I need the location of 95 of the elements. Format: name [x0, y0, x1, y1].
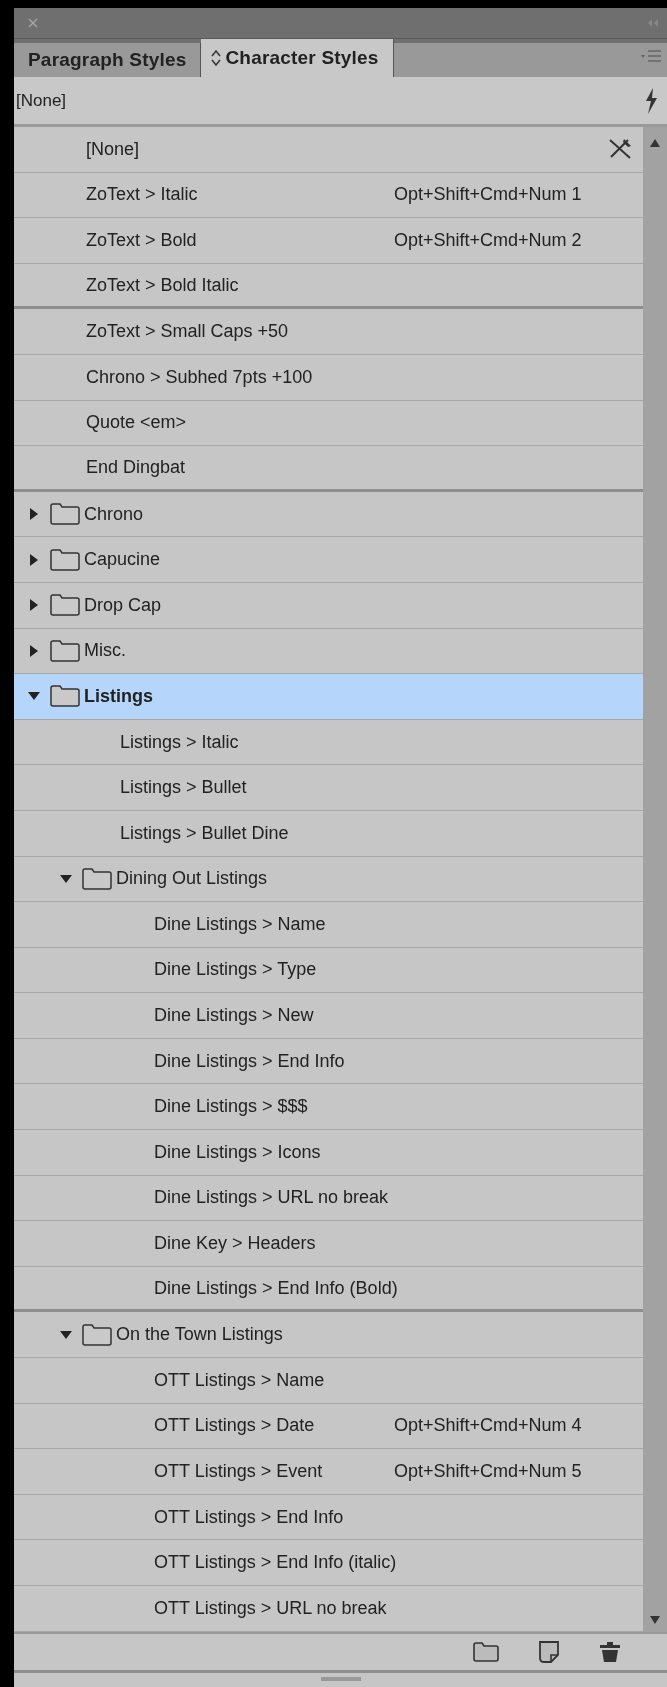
scroll-down-icon[interactable]	[650, 1616, 660, 1624]
shortcut-label: Opt+Shift+Cmd+Num 4	[394, 1415, 582, 1437]
style-name: Dine Listings > New	[154, 1005, 314, 1027]
style-list-item[interactable]: ZoText > Small Caps +50	[14, 309, 643, 355]
style-list-item[interactable]: OTT Listings > URL no break	[14, 1586, 643, 1632]
delete-icon[interactable]	[599, 1641, 621, 1663]
style-name: [None]	[86, 138, 140, 160]
resize-grip-icon[interactable]	[320, 1677, 361, 1681]
style-list-item[interactable]: OTT Listings > Event Opt+Shift+Cmd+Num 5	[14, 1449, 643, 1495]
style-list-item[interactable]: OTT Listings > Date Opt+Shift+Cmd+Num 4	[14, 1403, 643, 1450]
style-name: Listings > Bullet Dine	[120, 822, 289, 844]
style-list-item[interactable]: [None]	[14, 127, 643, 173]
folder-icon	[50, 503, 80, 526]
style-list-item[interactable]: OTT Listings > End Info (italic)	[14, 1540, 643, 1586]
scroll-up-icon[interactable]	[650, 139, 660, 147]
style-list-item[interactable]: ZoText > Italic Opt+Shift+Cmd+Num 1	[14, 172, 643, 219]
folder-icon	[50, 548, 80, 571]
shortcut-label: Opt+Shift+Cmd+Num 5	[394, 1461, 582, 1482]
style-name: Dine Listings > End Info	[154, 1050, 345, 1072]
style-list-item[interactable]: Drop Cap	[14, 582, 643, 629]
style-name: OTT Listings > URL no break	[154, 1597, 387, 1619]
style-list-item[interactable]: Listings	[14, 674, 643, 720]
folder-icon	[50, 639, 80, 662]
style-list-item[interactable]: Dine Listings > $$$	[14, 1084, 643, 1131]
new-style-icon[interactable]	[539, 1641, 559, 1663]
style-list-item[interactable]: Dining Out Listings	[14, 856, 643, 903]
style-name: ZoText > Bold	[86, 230, 197, 251]
new-folder-icon[interactable]	[473, 1642, 499, 1662]
style-list-item[interactable]: ZoText > Bold Italic	[14, 263, 643, 310]
style-list-item[interactable]: Dine Listings > URL no break	[14, 1175, 643, 1222]
shortcut-label: Opt+Shift+Cmd+Num 2	[394, 230, 582, 251]
style-name: End Dingbat	[86, 456, 186, 478]
collapsed-arrow-icon[interactable]	[28, 553, 40, 566]
scrollbar[interactable]	[643, 127, 667, 1632]
no-style-icon	[607, 137, 633, 162]
style-list-item[interactable]: Dine Listings > New	[14, 993, 643, 1039]
collapsed-arrow-icon[interactable]	[28, 508, 40, 521]
expanded-arrow-icon[interactable]	[60, 872, 72, 885]
folder-icon	[82, 1323, 112, 1346]
style-name: Dining Out Listings	[116, 868, 268, 890]
style-name: Dine Listings > $$$	[154, 1096, 308, 1118]
style-name: Quote <em>	[86, 412, 187, 434]
style-list-item[interactable]: Dine Key > Headers	[14, 1221, 643, 1267]
style-name: Drop Cap	[84, 594, 162, 616]
style-name: Listings > Italic	[120, 731, 239, 753]
style-list-item[interactable]: Listings > Bullet Dine	[14, 810, 643, 857]
style-name: Listings	[84, 685, 153, 707]
style-name: Chrono > Subhed 7pts +100	[86, 366, 313, 388]
folder-icon	[82, 867, 112, 890]
style-list-item[interactable]: Quote <em>	[14, 400, 643, 447]
tab[interactable]: Paragraph Styles	[14, 43, 202, 77]
style-name: OTT Listings > End Info	[154, 1506, 344, 1528]
collapsed-arrow-icon[interactable]	[28, 599, 40, 612]
style-name: Chrono	[84, 503, 144, 525]
style-list-item[interactable]: End Dingbat	[14, 446, 643, 492]
style-name: Dine Listings > URL no break	[154, 1187, 388, 1209]
style-list-item[interactable]: Dine Listings > Type	[14, 947, 643, 994]
style-name: OTT Listings > End Info (italic)	[154, 1552, 397, 1574]
style-name: Capucine	[84, 549, 161, 571]
style-name: OTT Listings > Date	[154, 1415, 315, 1437]
style-list-item[interactable]: Listings > Bullet	[14, 765, 643, 811]
style-name: Dine Listings > End Info (Bold)	[154, 1277, 398, 1299]
style-list-item[interactable]: Dine Listings > End Info	[14, 1038, 643, 1085]
style-name: Dine Listings > Icons	[154, 1141, 321, 1163]
style-name: Dine Key > Headers	[154, 1233, 316, 1255]
style-list-item[interactable]: Dine Listings > End Info (Bold)	[14, 1266, 643, 1313]
style-list-item[interactable]: Listings > Italic	[14, 719, 643, 766]
style-list-item[interactable]: OTT Listings > End Info	[14, 1494, 643, 1541]
sort-arrows-icon[interactable]	[211, 50, 222, 66]
lightning-icon[interactable]	[643, 87, 659, 114]
style-list-item[interactable]: OTT Listings > Name	[14, 1358, 643, 1404]
style-name: Listings > Bullet	[120, 777, 247, 799]
style-name: Dine Listings > Type	[154, 959, 317, 981]
style-list-item[interactable]: Chrono > Subhed 7pts +100	[14, 354, 643, 401]
tab[interactable]: Character Styles	[201, 39, 394, 77]
style-name: OTT Listings > Event	[154, 1461, 323, 1482]
style-name: ZoText > Italic	[86, 184, 198, 206]
style-name: OTT Listings > Name	[154, 1369, 325, 1391]
style-list-item[interactable]: Chrono	[14, 491, 643, 538]
style-list-item[interactable]: Capucine	[14, 537, 643, 583]
expanded-arrow-icon[interactable]	[60, 1328, 72, 1341]
collapsed-arrow-icon[interactable]	[28, 644, 40, 657]
style-list-item[interactable]: On the Town Listings	[14, 1312, 643, 1359]
folder-icon	[50, 594, 80, 617]
style-name: ZoText > Small Caps +50	[86, 321, 289, 343]
style-name: On the Town Listings	[116, 1324, 283, 1346]
style-name: Dine Listings > Name	[154, 913, 326, 935]
current-style-label: [None]	[16, 90, 67, 111]
folder-icon	[50, 685, 80, 708]
shortcut-label: Opt+Shift+Cmd+Num 1	[394, 184, 582, 206]
style-list-item[interactable]: Dine Listings > Name	[14, 902, 643, 948]
style-name: Misc.	[84, 640, 126, 662]
style-list-item[interactable]: Dine Listings > Icons	[14, 1130, 643, 1176]
style-name: ZoText > Bold Italic	[86, 274, 239, 296]
style-list-item[interactable]: ZoText > Bold Opt+Shift+Cmd+Num 2	[14, 218, 643, 264]
